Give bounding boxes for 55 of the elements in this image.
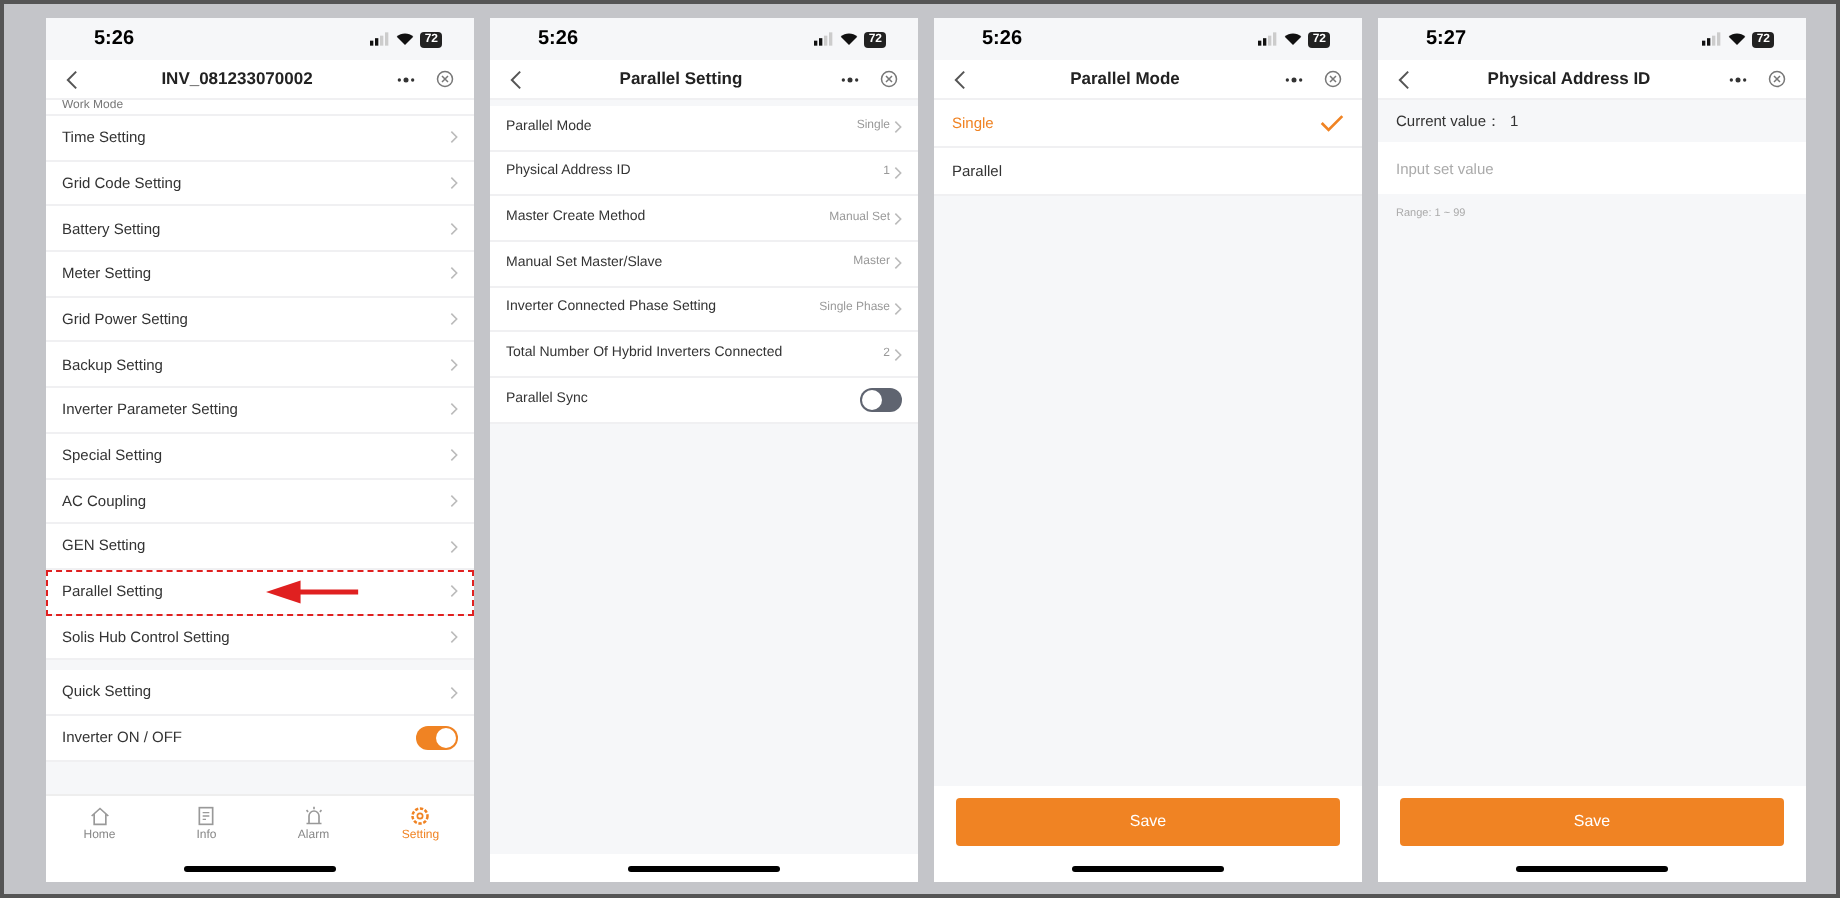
back-icon[interactable] [1398, 69, 1410, 89]
screen-title: INV_081233070002 [159, 66, 315, 92]
chevron-icon [894, 302, 902, 317]
chevron-icon [894, 347, 902, 362]
chevron-icon [450, 312, 458, 327]
chevron-icon [450, 357, 458, 372]
screen-title: Parallel Setting [617, 66, 745, 92]
more-icon[interactable] [1284, 75, 1304, 83]
more-icon[interactable] [840, 75, 860, 83]
back-icon[interactable] [66, 69, 78, 89]
wifi-icon [1284, 32, 1303, 46]
status-time: 5:26 [538, 26, 579, 54]
screen-title: Parallel Mode [1068, 66, 1182, 92]
chevron-icon [450, 402, 458, 417]
signal-icon [1702, 32, 1723, 46]
chevron-icon [450, 584, 458, 599]
chevron-icon [894, 256, 902, 271]
wifi-icon [396, 32, 415, 46]
chevron-icon [450, 176, 458, 191]
chevron-icon [450, 629, 458, 644]
toggle-switch[interactable] [416, 725, 458, 750]
document-icon [196, 805, 217, 825]
chevron-icon [450, 221, 458, 236]
chevron-icon [894, 120, 902, 135]
signal-icon [370, 32, 391, 46]
chevron-icon [894, 211, 902, 226]
wifi-icon [1728, 32, 1747, 46]
back-icon[interactable] [510, 69, 522, 89]
chevron-icon [450, 685, 458, 700]
alarm-light-icon [303, 805, 324, 825]
gear-icon [410, 805, 431, 825]
wifi-icon [840, 32, 859, 46]
close-icon[interactable] [1768, 70, 1786, 88]
house-icon [89, 805, 110, 825]
chevron-icon [450, 130, 458, 145]
close-icon[interactable] [880, 70, 898, 88]
more-icon[interactable] [1728, 75, 1748, 83]
more-icon[interactable] [396, 75, 416, 83]
pointer-arrow [266, 579, 362, 604]
chevron-icon [450, 448, 458, 463]
status-time: 5:26 [94, 26, 135, 54]
toggle-switch[interactable] [860, 387, 902, 412]
signal-icon [814, 32, 835, 46]
chevron-icon [450, 539, 458, 554]
checkmark-icon [1320, 114, 1344, 132]
close-icon[interactable] [436, 70, 454, 88]
status-time: 5:27 [1426, 26, 1467, 54]
status-time: 5:26 [982, 26, 1023, 54]
signal-icon [1258, 32, 1279, 46]
screen-title: Physical Address ID [1485, 66, 1653, 92]
chevron-icon [450, 493, 458, 508]
close-icon[interactable] [1324, 70, 1342, 88]
back-icon[interactable] [954, 69, 966, 89]
chevron-icon [894, 166, 902, 181]
chevron-icon [450, 266, 458, 281]
